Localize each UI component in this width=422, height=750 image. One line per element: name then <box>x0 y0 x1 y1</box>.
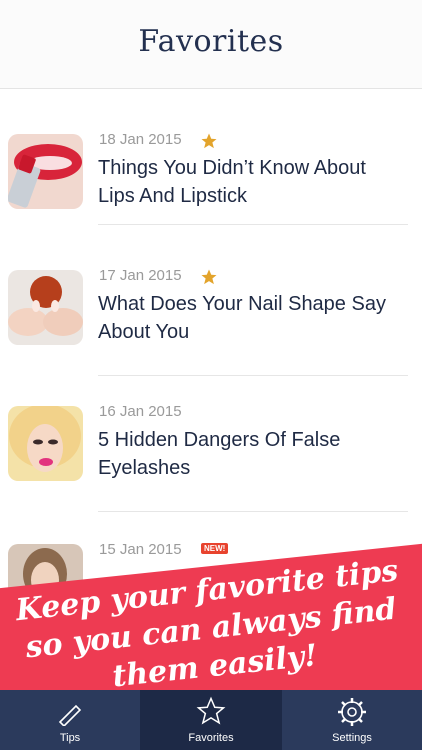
tab-label: Favorites <box>188 732 234 744</box>
eyelashes-photo <box>8 406 83 481</box>
list-item[interactable]: 17 Jan 2015 What Does Your Nail Shape Sa… <box>0 240 422 376</box>
item-date: 18 Jan 2015 <box>99 131 182 148</box>
gear-icon <box>338 698 366 726</box>
star-icon <box>201 269 217 285</box>
star-icon <box>201 133 217 149</box>
tab-label: Tips <box>59 732 81 744</box>
page-title: Favorites <box>138 24 284 59</box>
nav-header: Favorites <box>0 0 422 89</box>
nails-photo <box>8 270 83 345</box>
item-title: Things You Didn’t Know About Lips And Li… <box>98 157 366 207</box>
pen-icon <box>58 704 82 726</box>
item-date: 17 Jan 2015 <box>99 267 182 284</box>
tab-favorites[interactable]: Favorites <box>140 690 282 750</box>
item-date: 15 Jan 2015 <box>99 541 182 558</box>
lipstick-photo <box>8 134 83 209</box>
list-item[interactable]: 18 Jan 2015 Things You Didn’t Know About… <box>0 89 422 225</box>
tab-tips[interactable]: Tips <box>0 690 140 750</box>
item-title: What Does Your Nail Shape Say About You <box>98 293 386 343</box>
star-icon <box>196 696 226 725</box>
item-title: 5 Hidden Dangers Of False Eyelashes <box>98 429 341 479</box>
tab-label: Settings <box>332 732 372 744</box>
divider <box>98 224 408 225</box>
list-item[interactable]: 16 Jan 2015 5 Hidden Dangers Of False Ey… <box>0 376 422 512</box>
tab-settings[interactable]: Settings <box>282 690 422 750</box>
new-badge: NEW! <box>201 543 229 554</box>
tab-bar: Tips Favorites Settings <box>0 690 422 750</box>
item-date: 16 Jan 2015 <box>99 403 182 420</box>
